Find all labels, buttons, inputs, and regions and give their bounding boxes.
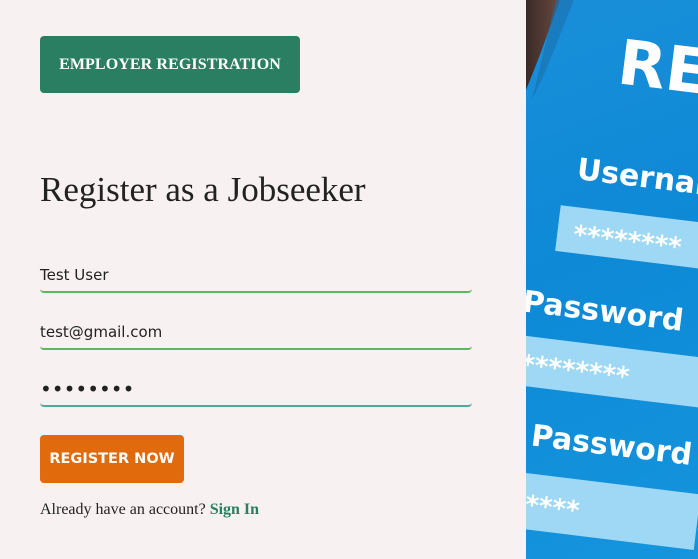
hero-username-label: Username — [575, 152, 698, 208]
password-field-value: •••••••• — [40, 377, 135, 401]
signin-prompt-text: Already have an account? — [40, 501, 206, 518]
password-field[interactable]: •••••••• — [40, 373, 472, 407]
hero-password-label: Password — [526, 284, 685, 338]
form-panel: EMPLOYER REGISTRATION Register as a Jobs… — [0, 0, 526, 559]
hero-image: REG Username ******** Password ******** … — [526, 0, 698, 559]
hero-illustration: REG Username ******** Password ******** … — [526, 0, 698, 550]
name-field-value: Test User — [40, 266, 109, 284]
email-field[interactable]: test@gmail.com — [40, 316, 472, 350]
registration-page: EMPLOYER REGISTRATION Register as a Jobs… — [0, 0, 698, 559]
name-field[interactable]: Test User — [40, 259, 472, 293]
register-now-button[interactable]: REGISTER NOW — [40, 435, 184, 483]
page-title: Register as a Jobseeker — [40, 170, 366, 209]
hero-title-text: REG — [614, 25, 698, 115]
signin-link[interactable]: Sign In — [210, 501, 259, 518]
signin-prompt-line: Already have an account? Sign In — [40, 501, 259, 519]
employer-registration-button[interactable]: EMPLOYER REGISTRATION — [40, 36, 300, 93]
hero-confirm-label: - Password — [526, 416, 694, 473]
email-field-value: test@gmail.com — [40, 323, 163, 341]
